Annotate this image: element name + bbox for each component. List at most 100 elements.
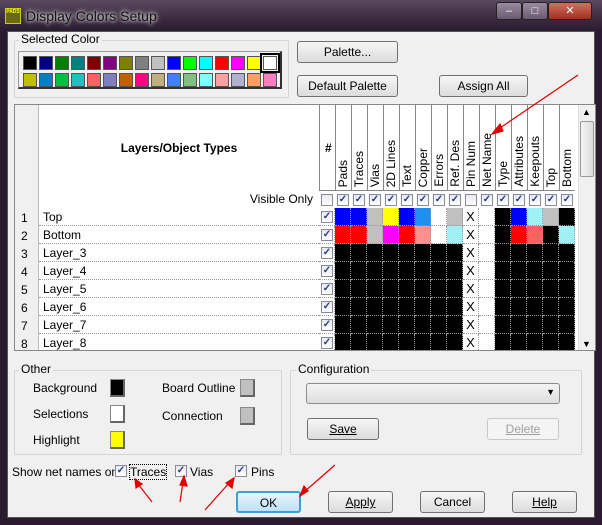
color-cell[interactable] xyxy=(351,262,367,280)
color-cell[interactable] xyxy=(399,208,415,226)
layer-name[interactable]: Layer_3 xyxy=(39,244,319,262)
color-cell[interactable] xyxy=(479,316,495,334)
visible-only-checkbox[interactable]: ✓ xyxy=(449,194,461,206)
vias-checkbox[interactable]: ✓ xyxy=(175,465,187,477)
color-cell[interactable] xyxy=(399,298,415,316)
layer-name[interactable]: Top xyxy=(39,208,319,226)
pins-label[interactable]: Pins xyxy=(251,465,274,479)
close-button[interactable]: ✕ xyxy=(548,2,592,20)
color-cell[interactable] xyxy=(543,280,559,298)
hash-visible-checkbox[interactable] xyxy=(321,194,333,206)
configuration-dropdown[interactable]: ▼ xyxy=(306,383,560,404)
palette-swatch[interactable] xyxy=(199,73,213,87)
color-cell[interactable] xyxy=(431,298,447,316)
color-cell[interactable] xyxy=(543,316,559,334)
color-cell[interactable] xyxy=(351,280,367,298)
color-cell[interactable] xyxy=(495,280,511,298)
layer-visible-checkbox[interactable]: ✓ xyxy=(321,301,333,313)
layer-visible-checkbox[interactable]: ✓ xyxy=(321,337,333,349)
palette-swatch[interactable] xyxy=(231,73,245,87)
color-cell[interactable] xyxy=(447,298,463,316)
color-cell[interactable] xyxy=(415,262,431,280)
layer-name[interactable]: Layer_7 xyxy=(39,316,319,334)
color-cell[interactable] xyxy=(527,298,543,316)
palette-swatch[interactable] xyxy=(215,73,229,87)
color-cell[interactable] xyxy=(383,208,399,226)
help-button[interactable]: Help xyxy=(512,491,577,513)
color-cell[interactable] xyxy=(431,226,447,244)
layer-visible-checkbox[interactable]: ✓ xyxy=(321,265,333,277)
color-cell[interactable] xyxy=(383,262,399,280)
palette-swatch[interactable] xyxy=(135,56,149,70)
color-cell[interactable] xyxy=(383,226,399,244)
color-cell[interactable] xyxy=(399,262,415,280)
color-cell[interactable] xyxy=(511,280,527,298)
color-cell[interactable] xyxy=(559,262,575,280)
color-cell[interactable] xyxy=(335,280,351,298)
palette-swatch[interactable] xyxy=(247,73,261,87)
ok-button[interactable]: OK xyxy=(236,491,301,513)
color-cell[interactable] xyxy=(431,334,447,350)
layer-visible-checkbox[interactable]: ✓ xyxy=(321,229,333,241)
selections-color-swatch[interactable] xyxy=(110,405,125,423)
visible-only-checkbox[interactable]: ✓ xyxy=(513,194,525,206)
color-cell[interactable] xyxy=(399,280,415,298)
color-cell[interactable] xyxy=(431,244,447,262)
color-cell[interactable] xyxy=(447,262,463,280)
color-cell[interactable] xyxy=(383,316,399,334)
color-cell[interactable] xyxy=(351,244,367,262)
palette-swatch[interactable] xyxy=(39,56,53,70)
color-cell[interactable] xyxy=(511,208,527,226)
palette-swatch[interactable] xyxy=(119,73,133,87)
pins-checkbox[interactable]: ✓ xyxy=(235,465,247,477)
vertical-scrollbar[interactable]: ▲ ▼ xyxy=(578,105,595,350)
color-cell[interactable] xyxy=(511,262,527,280)
color-cell[interactable] xyxy=(511,334,527,350)
color-cell[interactable] xyxy=(495,298,511,316)
visible-only-checkbox[interactable]: ✓ xyxy=(433,194,445,206)
layer-name[interactable]: Bottom xyxy=(39,226,319,244)
color-cell[interactable] xyxy=(479,262,495,280)
color-cell[interactable] xyxy=(351,316,367,334)
palette-swatch[interactable] xyxy=(263,73,277,87)
pin-num-toggle[interactable]: X xyxy=(463,244,479,262)
palette-swatch[interactable] xyxy=(55,56,69,70)
color-cell[interactable] xyxy=(559,280,575,298)
visible-only-checkbox[interactable]: ✓ xyxy=(337,194,349,206)
color-cell[interactable] xyxy=(527,280,543,298)
scroll-thumb[interactable] xyxy=(580,121,594,177)
color-cell[interactable] xyxy=(367,280,383,298)
color-cell[interactable] xyxy=(479,208,495,226)
maximize-button[interactable]: □ xyxy=(522,2,548,20)
color-cell[interactable] xyxy=(415,280,431,298)
layer-visible-checkbox[interactable]: ✓ xyxy=(321,283,333,295)
color-cell[interactable] xyxy=(415,298,431,316)
highlight-color-swatch[interactable] xyxy=(110,431,125,449)
color-cell[interactable] xyxy=(447,280,463,298)
color-cell[interactable] xyxy=(559,334,575,350)
visible-only-checkbox[interactable]: ✓ xyxy=(545,194,557,206)
traces-label[interactable]: Traces xyxy=(128,464,168,480)
color-cell[interactable] xyxy=(335,316,351,334)
color-cell[interactable] xyxy=(335,262,351,280)
palette-swatch[interactable] xyxy=(231,56,245,70)
layer-visible-checkbox[interactable]: ✓ xyxy=(321,211,333,223)
color-cell[interactable] xyxy=(479,298,495,316)
palette-swatch[interactable] xyxy=(119,56,133,70)
color-cell[interactable] xyxy=(335,298,351,316)
visible-only-checkbox[interactable]: ✓ xyxy=(481,194,493,206)
palette-swatch[interactable] xyxy=(151,56,165,70)
color-cell[interactable] xyxy=(479,280,495,298)
pin-num-toggle[interactable]: X xyxy=(463,262,479,280)
palette-button[interactable]: Palette... xyxy=(297,41,398,63)
palette-swatch[interactable] xyxy=(215,56,229,70)
color-cell[interactable] xyxy=(495,244,511,262)
palette-swatch[interactable] xyxy=(247,56,261,70)
color-cell[interactable] xyxy=(495,208,511,226)
scroll-down-icon[interactable]: ▼ xyxy=(582,339,591,349)
color-cell[interactable] xyxy=(559,298,575,316)
color-cell[interactable] xyxy=(367,262,383,280)
color-cell[interactable] xyxy=(415,244,431,262)
palette-swatch[interactable] xyxy=(103,56,117,70)
color-cell[interactable] xyxy=(367,334,383,350)
